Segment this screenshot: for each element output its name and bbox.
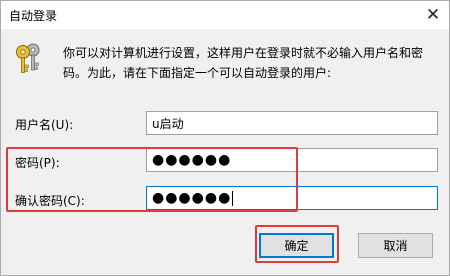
title-bar: 自动登录 ✕: [1, 1, 449, 29]
username-field[interactable]: u启动: [146, 111, 438, 135]
username-label: 用户名(U):: [15, 118, 74, 132]
close-button[interactable]: ✕: [417, 1, 449, 29]
dialog-title: 自动登录: [9, 9, 58, 23]
password-highlight-box: [6, 147, 298, 212]
ok-button-highlight-box: [255, 225, 339, 263]
keys-icon: [16, 43, 40, 73]
description-line-1: 你可以对计算机进行设置，这样用户在登录时就不必输入用户名和密: [63, 46, 424, 60]
description-line-2: 码。为此，请在下面指定一个可以自动登录的用户:: [63, 66, 332, 80]
autologon-dialog: 自动登录 ✕ 你可以对计算机进行设置，这样用户在登录时就不必输入用户名和密 码。…: [0, 0, 450, 276]
cancel-button[interactable]: 取消: [358, 233, 433, 258]
close-icon: ✕: [425, 5, 441, 25]
description-text: 你可以对计算机进行设置，这样用户在登录时就不必输入用户名和密 码。为此，请在下面…: [63, 43, 443, 83]
